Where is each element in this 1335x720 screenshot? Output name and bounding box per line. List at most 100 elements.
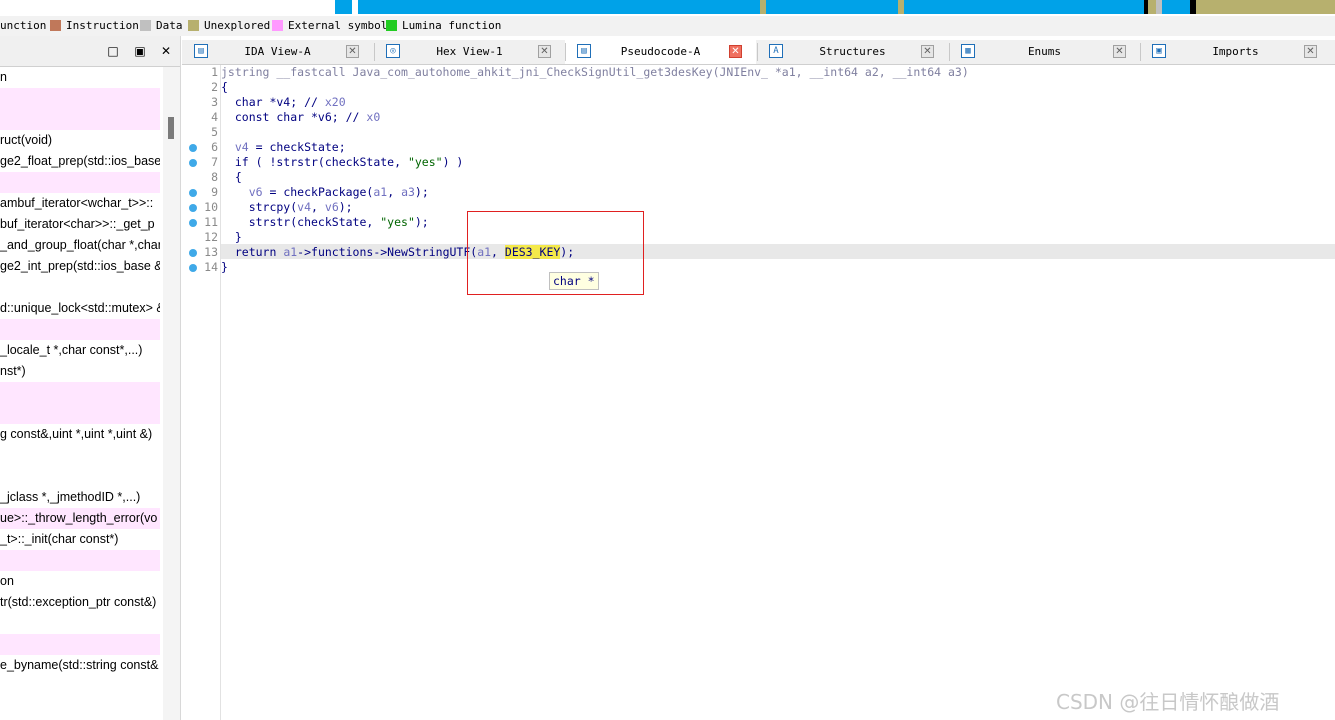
breakpoint-dot-icon[interactable] [189,144,197,152]
code-line-8[interactable]: { [221,170,242,185]
close-tab-icon[interactable]: ✕ [729,45,742,58]
function-list-item[interactable] [0,172,160,193]
code-line-9[interactable]: v6 = checkPackage(a1, a3); [221,185,429,200]
legend-swatch [272,20,283,31]
close-tab-icon[interactable]: ✕ [1304,45,1317,58]
function-list-item[interactable] [0,382,160,403]
float-button[interactable]: ▣ [133,44,147,58]
function-list-item[interactable]: _jclass *,_jmethodID *,...) [0,487,160,508]
function-list-item[interactable] [0,319,160,340]
tab-label: IDA View-A [244,45,311,58]
code-line-7[interactable]: if ( !strstr(checkState, "yes") ) [221,155,464,170]
function-list-item[interactable] [0,550,160,571]
function-list-item[interactable]: tr(std::exception_ptr const&) [0,592,160,613]
close-tab-icon[interactable]: ✕ [921,45,934,58]
code-token: const char *v6; // [221,110,367,124]
code-line-4[interactable]: const char *v6; // x0 [221,110,380,125]
register-comment: x0 [366,110,381,124]
code-token: char *v4; // [221,95,325,109]
function-list-item[interactable]: nst*) [0,361,160,382]
variable-v6[interactable]: v6 [249,185,263,199]
functions-panel-header: □ ▣ ✕ [0,36,180,67]
function-list-item[interactable]: g const&,uint *,uint *,uint &) [0,424,160,445]
function-list-item[interactable]: _locale_t *,char const*,...) [0,340,160,361]
breakpoint-dot-icon[interactable] [189,159,197,167]
variable-v4[interactable]: v4 [235,140,249,154]
breakpoint-dot-icon[interactable] [189,249,197,257]
function-list-item[interactable]: _t>::_init(char const*) [0,529,160,550]
code-line-11[interactable]: strstr(checkState, "yes"); [221,215,429,230]
line-number: 9 [211,185,218,199]
function-list-item[interactable] [0,613,160,634]
code-line-1[interactable]: jstring __fastcall Java_com_autohome_ahk… [221,65,969,80]
breakpoint-dot-icon[interactable] [189,189,197,197]
tab-ida-view-a[interactable]: ▤ IDA View-A ✕ [182,40,373,64]
function-list-item[interactable]: on [0,571,160,592]
code-line-12[interactable]: } [221,230,242,245]
pseudocode-view[interactable]: jstring __fastcall Java_com_autohome_ahk… [221,65,1335,720]
legend-label: External symbol [288,19,388,32]
function-list-item[interactable]: buf_iterator<char>>::_get_p [0,214,160,235]
register-comment: x20 [324,95,346,109]
nav-segment [904,0,1144,14]
line-number: 7 [211,155,218,169]
function-list-item[interactable]: ge2_int_prep(std::ios_base & [0,256,160,277]
function-list-item[interactable] [0,277,160,298]
line-number: 5 [211,125,218,139]
function-list-item[interactable]: e_byname(std::string const& [0,655,160,676]
close-panel-button[interactable]: ✕ [159,44,173,58]
close-tab-icon[interactable]: ✕ [1113,45,1126,58]
code-line-2[interactable]: { [221,80,228,95]
legend-label: Lumina function [402,19,502,32]
variable-a1[interactable]: a1 [373,185,387,199]
tab-label: Structures [819,45,886,58]
breakpoint-dot-icon[interactable] [189,204,197,212]
breakpoint-dot-icon[interactable] [189,219,197,227]
function-list-item[interactable]: ge2_float_prep(std::ios_base [0,151,160,172]
close-tab-icon[interactable]: ✕ [538,45,551,58]
function-list-item[interactable]: ruct(void) [0,130,160,151]
variable-v4[interactable]: v4 [297,200,311,214]
code-token: { [221,80,228,94]
function-list-item[interactable] [0,88,160,109]
line-number: 14 [204,260,218,274]
code-line-6[interactable]: v4 = checkState; [221,140,346,155]
scrollbar-thumb[interactable] [168,117,174,139]
tab-pseudocode-a[interactable]: ▤ Pseudocode-A ✕ [565,40,756,64]
tab-structures[interactable]: A Structures ✕ [757,40,948,64]
variable-a1[interactable]: a1 [283,245,297,259]
function-list-item[interactable]: ambuf_iterator<wchar_t>>:: [0,193,160,214]
code-line-10[interactable]: strcpy(v4, v6); [221,200,353,215]
code-token: ); [414,185,429,199]
code-line-14[interactable]: } [221,260,228,275]
annotation-highlight-box [467,211,644,295]
variable-v6[interactable]: v6 [325,200,339,214]
function-list-item[interactable]: n [0,67,160,88]
legend-lumina-function: Lumina function [386,19,501,32]
code-line-3[interactable]: char *v4; // x20 [221,95,346,110]
functions-scrollbar[interactable] [163,67,180,720]
close-tab-icon[interactable]: ✕ [346,45,359,58]
function-list-item[interactable] [0,109,160,130]
functions-list[interactable]: nruct(void) ge2_float_prep(std::ios_basea… [0,67,162,720]
line-number: 11 [204,215,218,229]
navigation-band[interactable] [0,0,1335,14]
breakpoint-dot-icon[interactable] [189,264,197,272]
restore-button[interactable]: □ [106,44,120,58]
function-list-item[interactable] [0,445,160,466]
tab-enums[interactable]: ▦ Enums ✕ [949,40,1140,64]
variable-a3[interactable]: a3 [401,185,415,199]
line-number: 8 [211,170,218,184]
tab-imports[interactable]: ▣ Imports ✕ [1140,40,1331,64]
function-list-item[interactable]: d::unique_lock<std::mutex> & [0,298,160,319]
function-list-item[interactable]: _and_group_float(char *,char [0,235,160,256]
function-list-item[interactable] [0,466,160,487]
function-list-item[interactable]: ue>::_throw_length_error(vo [0,508,160,529]
tab-hex-view-1[interactable]: ◎ Hex View-1 ✕ [374,40,565,64]
function-list-item[interactable] [0,403,160,424]
tab-separator [565,43,566,61]
tab-label: Hex View-1 [436,45,503,58]
function-list-item[interactable] [0,634,160,655]
